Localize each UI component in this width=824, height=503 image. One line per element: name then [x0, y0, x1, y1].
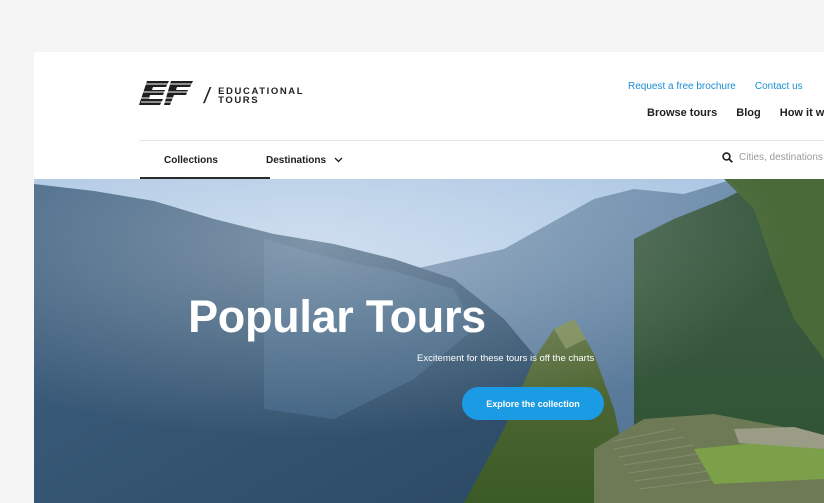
hero-title-text: Popular Tours — [188, 291, 486, 342]
utility-links: Request a free brochure Contact us — [628, 81, 803, 92]
hero-title: Popular Tours — [34, 291, 824, 343]
chevron-down-icon — [334, 157, 343, 163]
logo-slash: / — [202, 83, 212, 108]
blog-link[interactable]: Blog — [736, 107, 760, 119]
tab-destinations[interactable]: Destinations — [266, 141, 343, 179]
page-frame: / EDUCATIONAL TOURS Request a free broch… — [34, 52, 824, 503]
tab-collections[interactable]: Collections — [140, 141, 270, 179]
how-it-works-link[interactable]: How it works — [780, 107, 824, 119]
search-icon[interactable] — [722, 152, 733, 163]
explore-collection-button[interactable]: Explore the collection — [462, 387, 604, 420]
logo-wordmark: EDUCATIONAL TOURS — [218, 87, 304, 106]
tab-collections-label: Collections — [164, 154, 218, 166]
search-box — [722, 152, 824, 163]
logo-line-2: TOURS — [218, 95, 260, 106]
site-header: / EDUCATIONAL TOURS Request a free broch… — [34, 52, 824, 141]
tab-destinations-label: Destinations — [266, 154, 327, 166]
sub-navigation: Collections Destinations — [34, 141, 824, 179]
search-input[interactable] — [739, 152, 824, 163]
ef-logo-mark — [139, 81, 193, 105]
hero-subtitle: Excitement for these tours is off the ch… — [417, 353, 595, 364]
request-brochure-link[interactable]: Request a free brochure — [628, 81, 736, 92]
hero-banner: Popular Tours Excitement for these tours… — [34, 179, 824, 503]
ef-logo[interactable]: / EDUCATIONAL TOURS — [139, 79, 304, 113]
browse-tours-link[interactable]: Browse tours — [647, 107, 717, 119]
contact-us-link[interactable]: Contact us — [755, 81, 803, 92]
main-nav: Browse tours Blog How it works — [647, 107, 824, 119]
